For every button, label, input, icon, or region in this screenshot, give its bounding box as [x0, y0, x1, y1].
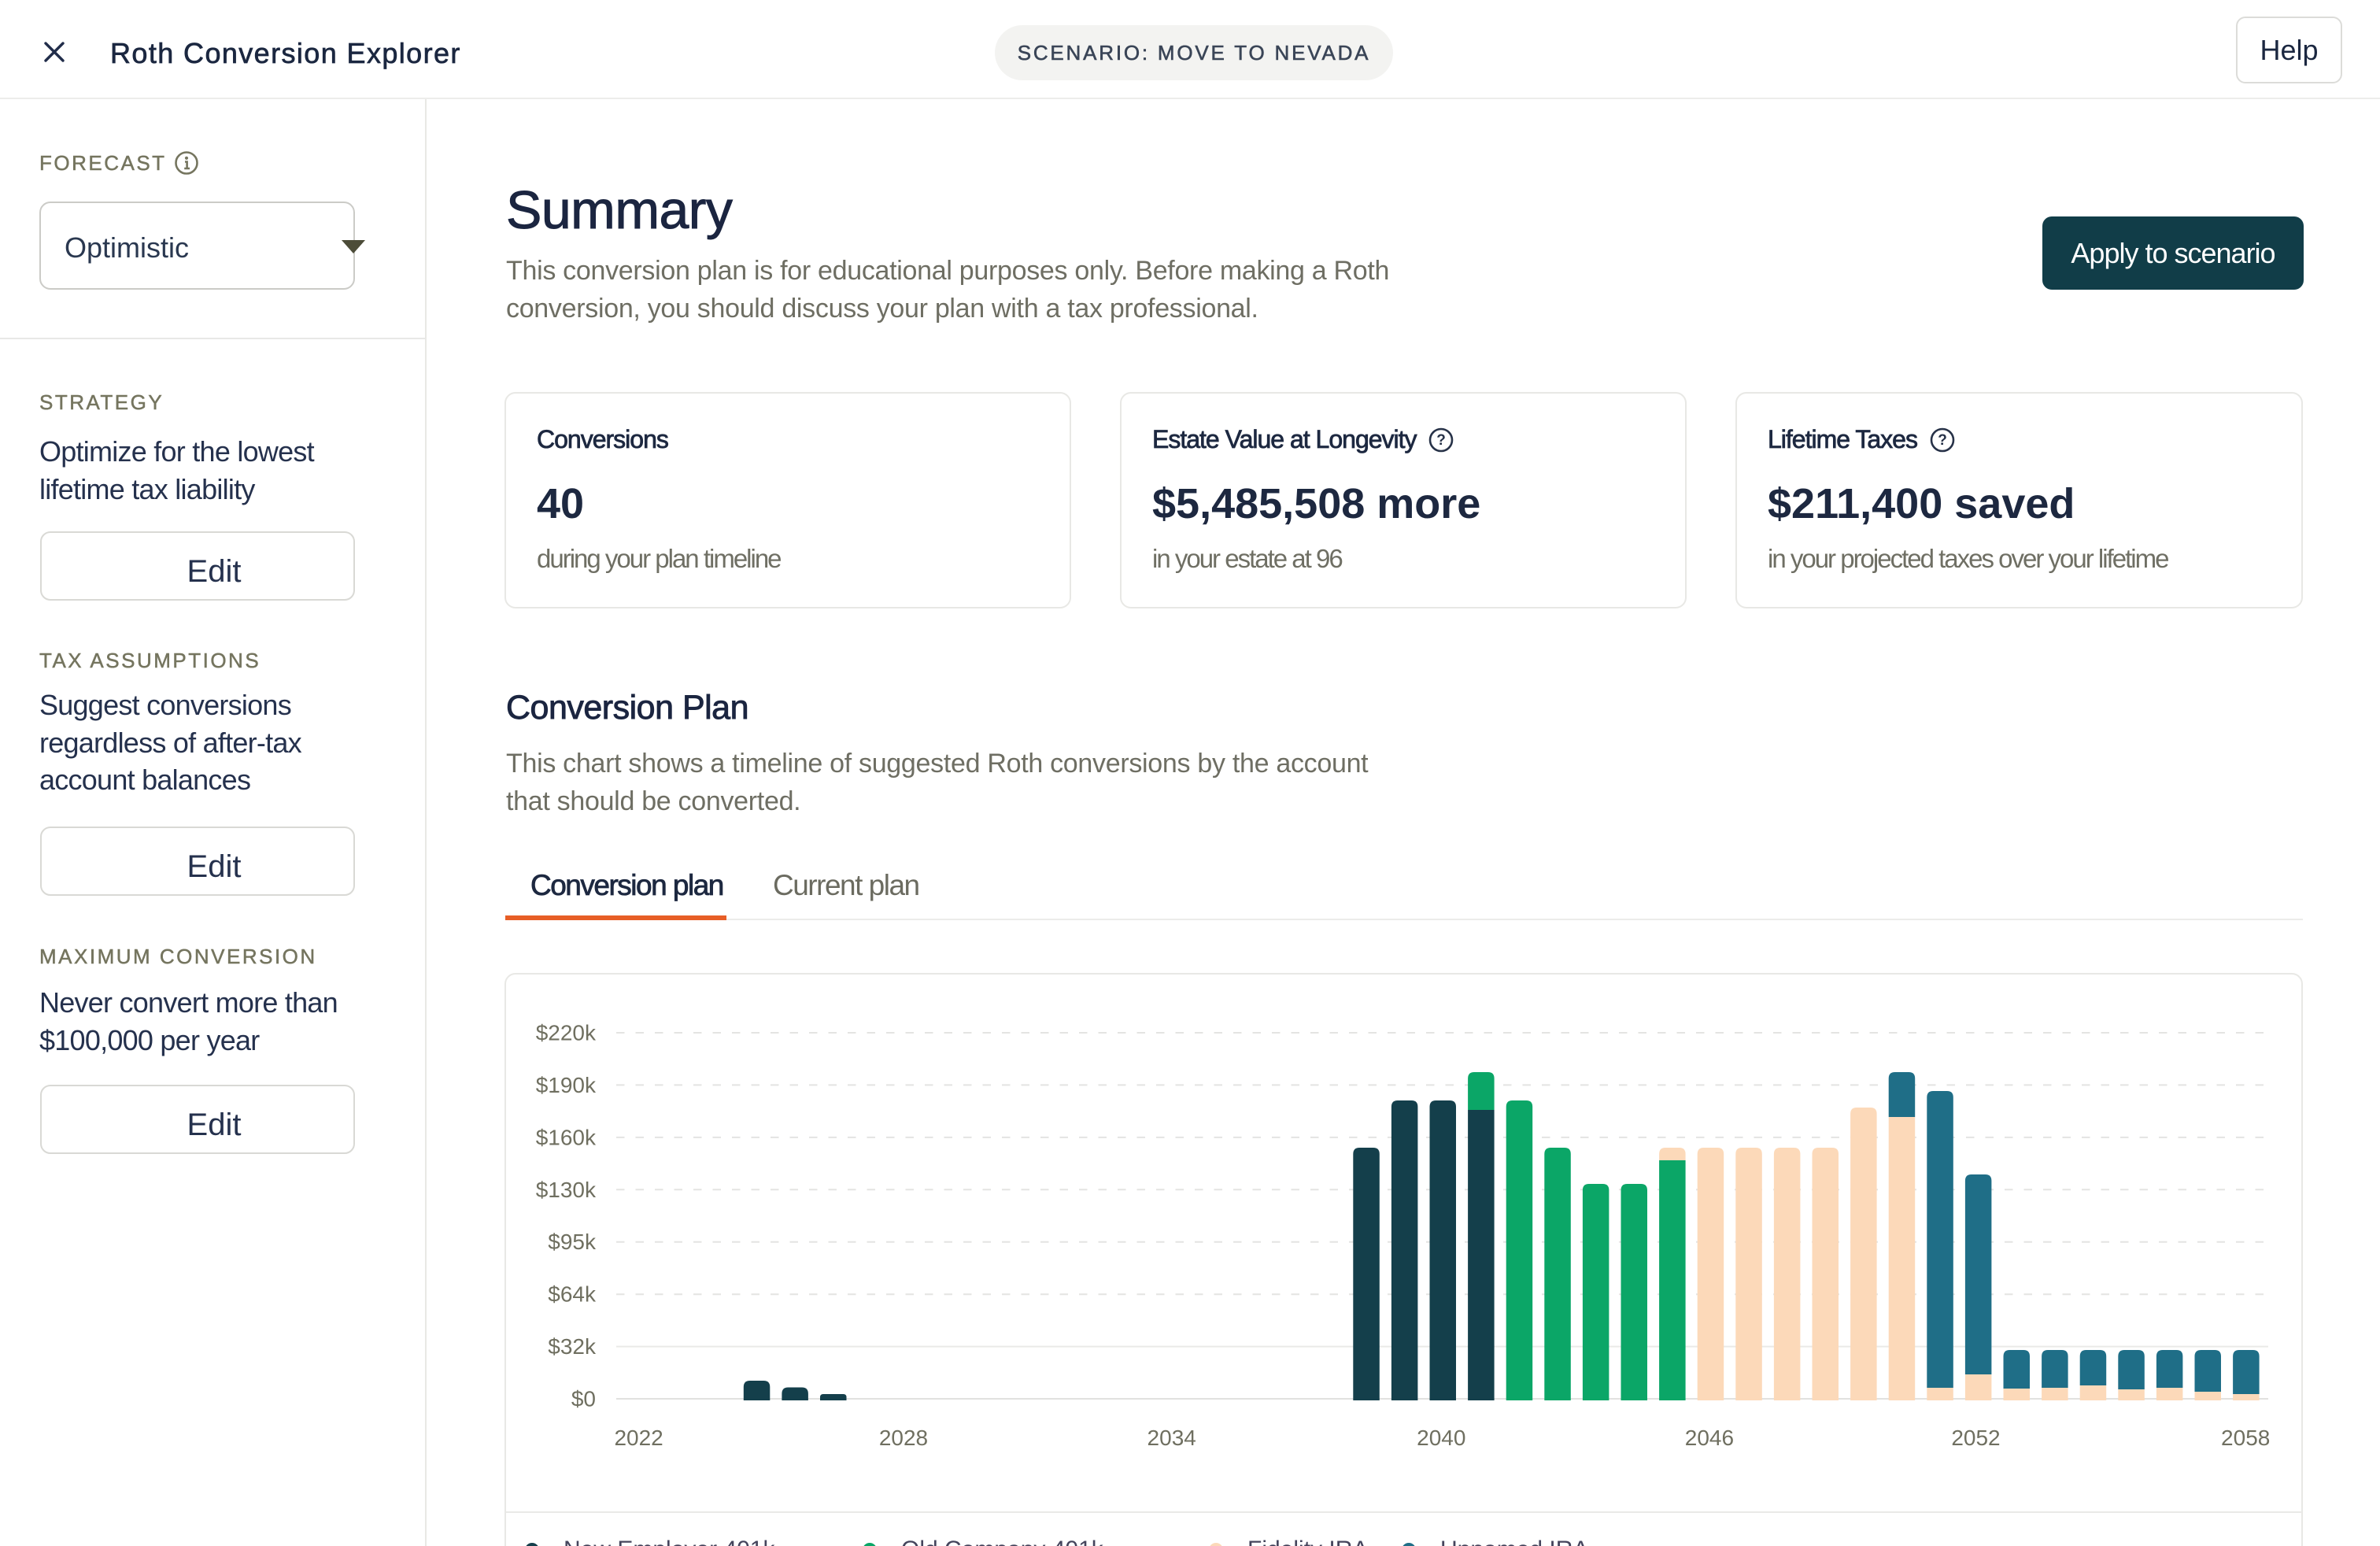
svg-text:2046: 2046	[1685, 1426, 1734, 1450]
svg-text:$190k: $190k	[536, 1073, 597, 1097]
svg-text:2040: 2040	[1417, 1426, 1465, 1450]
svg-text:2028: 2028	[879, 1426, 928, 1450]
svg-text:$95k: $95k	[548, 1230, 597, 1254]
svg-text:$0: $0	[571, 1387, 596, 1411]
svg-text:$220k: $220k	[536, 1021, 597, 1045]
svg-text:Unnamed IRA: Unnamed IRA	[1440, 1537, 1588, 1546]
svg-text:?: ?	[1436, 432, 1446, 449]
svg-text:Old Company 401k: Old Company 401k	[901, 1537, 1104, 1546]
svg-text:$130k: $130k	[536, 1178, 597, 1202]
svg-text:2058: 2058	[2221, 1426, 2270, 1450]
svg-text:2034: 2034	[1148, 1426, 1196, 1450]
svg-text:Fidelity IRA: Fidelity IRA	[1247, 1537, 1368, 1546]
svg-text:New Employer 401k: New Employer 401k	[564, 1537, 775, 1546]
svg-text:$160k: $160k	[536, 1125, 597, 1149]
svg-text:2022: 2022	[614, 1426, 663, 1450]
svg-text:?: ?	[1938, 432, 1947, 449]
svg-text:$64k: $64k	[548, 1282, 597, 1307]
svg-text:2052: 2052	[1951, 1426, 2000, 1450]
svg-text:$32k: $32k	[548, 1334, 597, 1359]
